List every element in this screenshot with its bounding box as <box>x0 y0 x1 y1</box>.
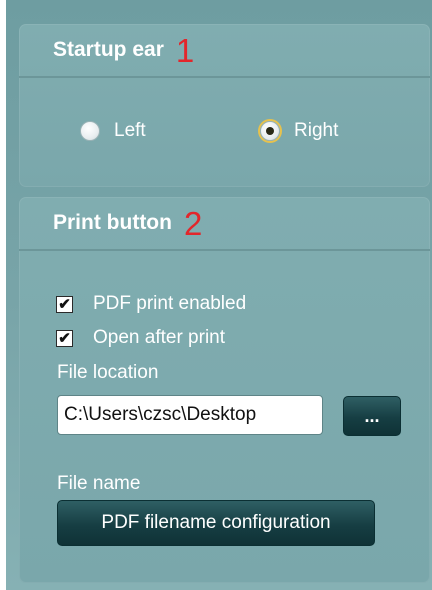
right-ear-radio[interactable]: Right <box>260 120 338 142</box>
startup-ear-section: Startup ear 1 Left Right <box>19 24 430 187</box>
file-location-input[interactable] <box>57 395 323 435</box>
pdf-filename-configuration-button[interactable]: PDF filename configuration <box>57 500 375 546</box>
pdf-print-check-icon[interactable]: ✔ <box>56 295 73 313</box>
left-ear-label: Left <box>114 120 146 141</box>
browse-button[interactable]: ... <box>343 396 401 436</box>
startup-ear-header: Startup ear 1 <box>19 24 430 78</box>
left-radio-dot[interactable] <box>80 121 100 141</box>
right-radio-dot[interactable] <box>260 121 280 141</box>
file-location-label: File location <box>57 362 159 383</box>
section-number-2: 2 <box>183 204 203 242</box>
file-name-label: File name <box>57 473 141 494</box>
open-after-print-check-icon[interactable]: ✔ <box>56 329 73 347</box>
open-after-print-label: Open after print <box>93 327 226 348</box>
open-after-print-checkbox[interactable]: ✔ Open after print <box>56 327 225 349</box>
print-button-section: Print button 2 ✔ PDF print enabled ✔ Ope… <box>19 197 430 583</box>
left-ear-radio[interactable]: Left <box>80 120 146 142</box>
startup-ear-title: Startup ear <box>53 38 164 61</box>
pdf-print-enabled-checkbox[interactable]: ✔ PDF print enabled <box>56 293 246 315</box>
right-ear-label: Right <box>294 120 339 141</box>
pdf-print-enabled-label: PDF print enabled <box>93 293 247 314</box>
print-button-header: Print button 2 <box>19 197 430 251</box>
print-button-title: Print button <box>53 211 172 234</box>
section-number-1: 1 <box>175 31 195 69</box>
